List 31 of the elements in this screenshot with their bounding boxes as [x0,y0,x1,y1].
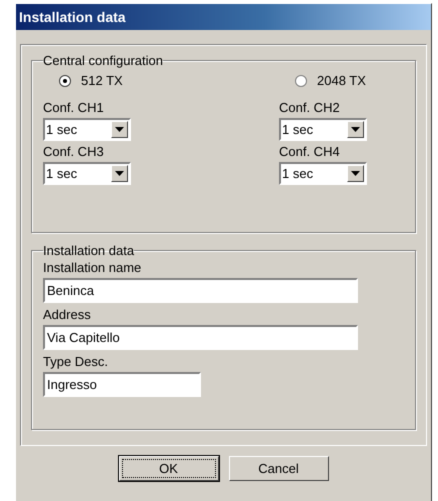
caret-icon [115,127,124,132]
radio-button[interactable] [295,74,307,86]
field-label: Installation name [43,260,142,275]
window-title: Installation data [16,4,431,30]
text-field[interactable]: Via Capitello [43,325,358,350]
group-title: Installation data [43,243,134,258]
caret-icon [351,127,360,132]
dialog-button[interactable]: OK [118,456,218,481]
time-dropdown[interactable]: 1 sec [43,162,131,185]
text-field[interactable]: Beninca [43,278,358,303]
time-dropdown[interactable]: 1 sec [279,162,367,185]
dropdown-button[interactable] [111,165,128,182]
group-title: Central configuration [43,53,163,68]
radio-label[interactable]: 512 TX [81,73,123,88]
field-label: Type Desc. [43,354,110,369]
caret-icon [351,171,360,176]
time-dropdown[interactable]: 1 sec [279,118,367,141]
dropdown-button[interactable] [347,121,364,138]
dialog-button[interactable]: Cancel [228,456,328,481]
caret-icon [115,171,124,176]
dropdown-button[interactable] [347,165,364,182]
radio-button[interactable] [59,74,71,86]
channel-label: Conf. CH4 [279,144,340,159]
channel-label: Conf. CH3 [43,144,104,159]
radio-label[interactable]: 2048 TX [317,73,366,88]
channel-label: Conf. CH1 [43,100,104,115]
channel-label: Conf. CH2 [279,100,340,115]
field-label: Address [43,307,92,322]
time-dropdown[interactable]: 1 sec [43,118,131,141]
text-field[interactable]: Ingresso [43,372,201,397]
dropdown-button[interactable] [111,121,128,138]
